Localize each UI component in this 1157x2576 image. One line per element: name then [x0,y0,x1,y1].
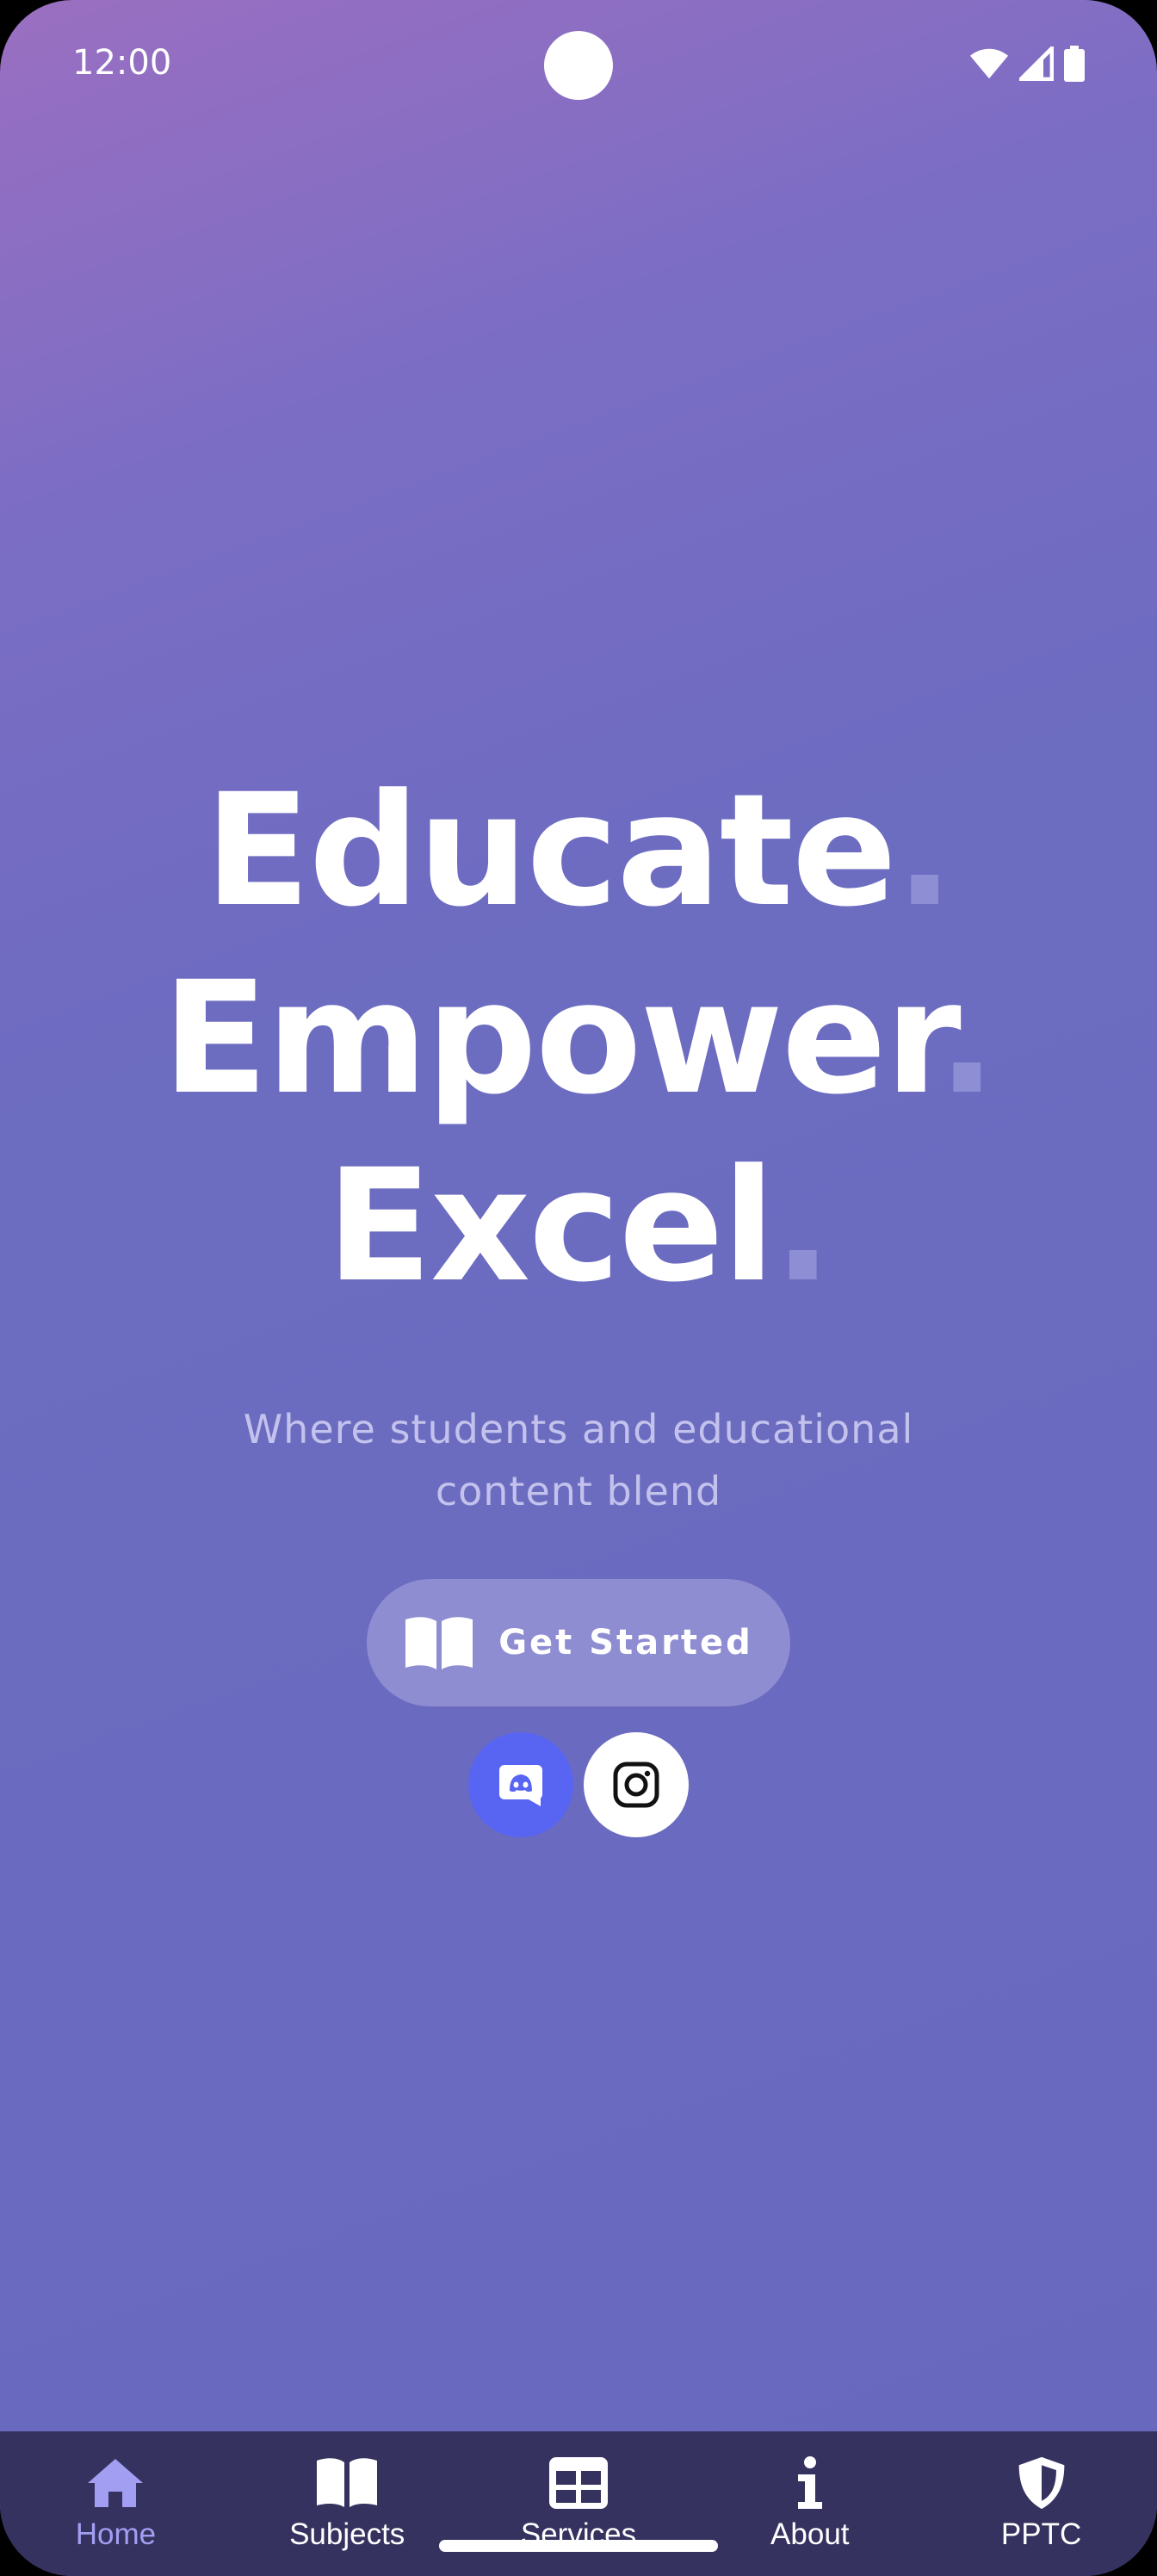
status-time: 12:00 [72,43,172,83]
nav-item-about[interactable]: About [694,2431,925,2576]
nav-label-subjects: Subjects [289,2517,405,2551]
instagram-button[interactable] [584,1732,689,1837]
nav-label-about: About [770,2517,850,2551]
camera-cutout [544,31,613,100]
hero-section: Educate. Empower. Excel. Where students … [0,758,1157,1522]
nav-item-home[interactable]: Home [0,2431,232,2576]
book-icon [317,2458,378,2507]
instagram-icon [613,1762,659,1808]
headline: Educate. Empower. Excel. [0,758,1157,1321]
wifi-icon [969,48,1009,79]
bottom-navigation: Home Subjects Services About PPTC [0,2431,1157,2576]
battery-icon [1064,46,1085,82]
discord-button[interactable] [468,1732,573,1837]
info-icon [797,2456,822,2509]
accent-dot: . [773,1136,832,1316]
table-icon [548,2457,608,2509]
open-book-icon [405,1617,473,1669]
home-icon [88,2459,144,2507]
accent-dot: . [894,761,954,941]
status-icons [969,45,1085,83]
hero-subtitle: Where students and educational content b… [243,1406,914,1514]
headline-line-empower: Empower. [162,949,997,1129]
nav-label-home: Home [75,2517,157,2551]
nav-item-subjects[interactable]: Subjects [232,2431,463,2576]
home-indicator[interactable] [439,2540,718,2552]
shield-icon [1018,2456,1064,2510]
headline-line-excel: Excel. [326,1136,832,1316]
status-bar: 12:00 [0,0,1157,129]
accent-dot: . [937,949,996,1129]
discord-icon [499,1765,542,1806]
get-started-button[interactable]: Get Started [367,1579,790,1706]
nav-item-services[interactable]: Services [463,2431,695,2576]
nav-label-pptc: PPTC [1000,2517,1082,2551]
get-started-label: Get Started [498,1623,753,1663]
app-screen: 12:00 Educate. Empower. Excel. Where stu… [0,0,1157,2576]
nav-item-pptc[interactable]: PPTC [925,2431,1157,2576]
cellular-signal-icon [1019,46,1054,81]
headline-line-educate: Educate. [204,761,955,941]
